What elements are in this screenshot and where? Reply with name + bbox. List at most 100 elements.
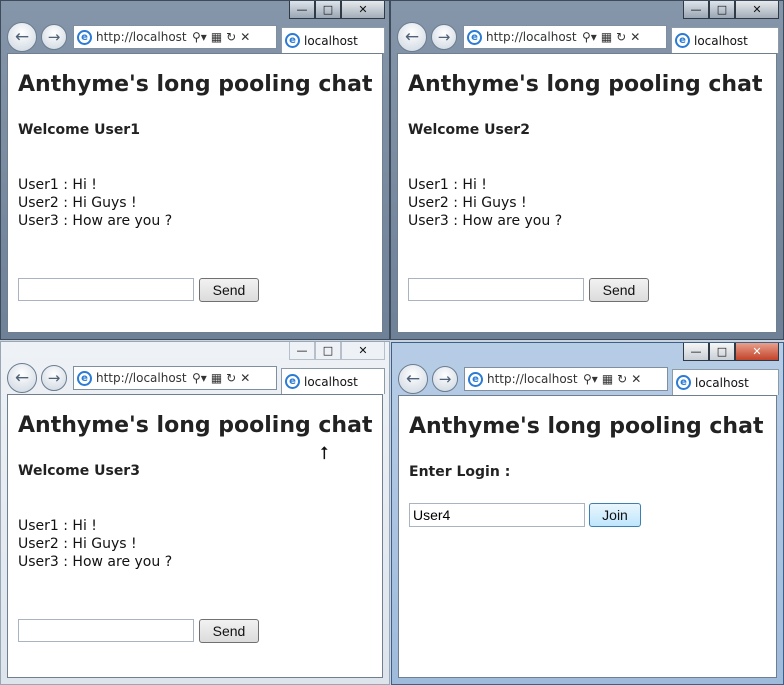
chat-message: User3 : How are you ? [18, 213, 173, 229]
ie-logo-icon: e [285, 33, 300, 48]
ie-logo-icon: e [675, 33, 690, 48]
stop-icon[interactable]: ✕ [240, 371, 250, 385]
compatibility-view-icon[interactable]: ▦ [602, 372, 613, 386]
maximize-button[interactable]: □ [315, 342, 341, 360]
tab-localhost[interactable]: e localhost [671, 27, 779, 53]
browser-window-user2: — □ ✕ ← → e http://localhost ⚲▾ ▦ ↻ ✕ e … [390, 0, 784, 340]
maximize-button[interactable]: □ [315, 1, 341, 19]
page-title: Anthyme's long pooling chat [18, 413, 373, 438]
compatibility-view-icon[interactable]: ▦ [211, 371, 222, 385]
search-icon[interactable]: ⚲▾ [582, 30, 597, 44]
stop-icon[interactable]: ✕ [631, 372, 641, 386]
browser-window-user1: — □ ✕ ← → e http://localhost ⚲▾ ▦ ↻ ✕ e … [0, 0, 390, 340]
page-content: Anthyme's long pooling chat Welcome User… [7, 53, 383, 333]
close-button[interactable]: ✕ [341, 1, 385, 19]
tab-label: localhost [304, 374, 358, 389]
address-url[interactable]: http://localhost [487, 372, 579, 386]
forward-arrow-icon[interactable]: → [432, 366, 458, 392]
compatibility-view-icon[interactable]: ▦ [601, 30, 612, 44]
minimize-button[interactable]: — [289, 342, 315, 360]
browser-window-user3: — □ ✕ ← → e http://localhost ⚲▾ ▦ ↻ ✕ e … [0, 341, 390, 685]
chat-message: User2 : Hi Guys ! [18, 195, 137, 211]
refresh-icon[interactable]: ↻ [616, 30, 626, 44]
search-icon[interactable]: ⚲▾ [192, 371, 207, 385]
address-bar[interactable]: e http://localhost ⚲▾ ▦ ↻ ✕ [463, 25, 667, 49]
welcome-text: Welcome User1 [18, 122, 140, 138]
ie-logo-icon: e [77, 370, 92, 386]
maximize-button[interactable]: □ [709, 343, 735, 361]
minimize-button[interactable]: — [683, 1, 709, 19]
browser-toolbar: ← → e http://localhost ⚲▾ ▦ ↻ ✕ e localh… [1, 21, 389, 53]
welcome-text: Welcome User3 [18, 463, 140, 479]
message-input[interactable] [408, 278, 584, 301]
search-icon[interactable]: ⚲▾ [192, 30, 207, 44]
back-arrow-icon[interactable]: ← [398, 364, 428, 394]
close-button[interactable]: ✕ [735, 1, 779, 19]
tab-label: localhost [694, 33, 748, 48]
address-bar[interactable]: e http://localhost ⚲▾ ▦ ↻ ✕ [73, 366, 277, 390]
refresh-icon[interactable]: ↻ [226, 371, 236, 385]
tab-localhost[interactable]: e localhost [672, 369, 779, 395]
login-input[interactable] [409, 503, 585, 527]
maximize-button[interactable]: □ [709, 1, 735, 19]
chat-message: User2 : Hi Guys ! [18, 536, 137, 552]
page-content: Anthyme's long pooling chat Welcome User… [7, 394, 383, 678]
page-content: Anthyme's long pooling chat Welcome User… [397, 53, 777, 333]
stop-icon[interactable]: ✕ [240, 30, 250, 44]
browser-toolbar: ← → e http://localhost ⚲▾ ▦ ↻ ✕ e localh… [392, 363, 783, 395]
address-url[interactable]: http://localhost [96, 371, 188, 385]
chat-message: User1 : Hi ! [18, 518, 97, 534]
window-caption-buttons: — □ ✕ [683, 1, 779, 21]
tab-localhost[interactable]: e localhost [281, 27, 385, 53]
welcome-text: Welcome User2 [408, 122, 530, 138]
message-list: User1 : Hi ! User2 : Hi Guys ! User3 : H… [408, 176, 562, 230]
minimize-button[interactable]: — [289, 1, 315, 19]
message-input[interactable] [18, 278, 194, 301]
ie-logo-icon: e [467, 29, 482, 45]
page-content: Anthyme's long pooling chat Enter Login … [398, 395, 777, 678]
close-button[interactable]: ✕ [735, 343, 779, 361]
ie-logo-icon: e [285, 374, 300, 389]
message-list: User1 : Hi ! User2 : Hi Guys ! User3 : H… [18, 176, 172, 230]
address-bar[interactable]: e http://localhost ⚲▾ ▦ ↻ ✕ [464, 367, 668, 391]
forward-arrow-icon[interactable]: → [41, 365, 67, 391]
tab-label: localhost [304, 33, 358, 48]
page-title: Anthyme's long pooling chat [18, 72, 373, 97]
forward-arrow-icon[interactable]: → [431, 24, 457, 50]
ie-logo-icon: e [77, 29, 92, 45]
tab-label: localhost [695, 375, 749, 390]
send-button[interactable]: Send [199, 619, 259, 643]
window-caption-buttons: — □ ✕ [289, 342, 385, 362]
close-button[interactable]: ✕ [341, 342, 385, 360]
chat-message: User1 : Hi ! [18, 177, 97, 193]
compatibility-view-icon[interactable]: ▦ [211, 30, 222, 44]
window-caption-buttons: — □ ✕ [683, 343, 779, 363]
stop-icon[interactable]: ✕ [630, 30, 640, 44]
send-button[interactable]: Send [589, 278, 649, 302]
address-url[interactable]: http://localhost [486, 30, 578, 44]
ie-logo-icon: e [676, 375, 691, 390]
page-title: Anthyme's long pooling chat [408, 72, 763, 97]
join-button[interactable]: Join [589, 503, 641, 527]
address-bar[interactable]: e http://localhost ⚲▾ ▦ ↻ ✕ [73, 25, 277, 49]
chat-message: User2 : Hi Guys ! [408, 195, 527, 211]
browser-window-login: — □ ✕ ← → e http://localhost ⚲▾ ▦ ↻ ✕ e … [391, 342, 784, 685]
back-arrow-icon[interactable]: ← [7, 22, 37, 52]
back-arrow-icon[interactable]: ← [397, 22, 427, 52]
page-title: Anthyme's long pooling chat [409, 414, 764, 439]
refresh-icon[interactable]: ↻ [617, 372, 627, 386]
window-caption-buttons: — □ ✕ [289, 1, 385, 21]
refresh-icon[interactable]: ↻ [226, 30, 236, 44]
ie-logo-icon: e [468, 371, 483, 387]
tab-localhost[interactable]: e localhost [281, 368, 385, 394]
minimize-button[interactable]: — [683, 343, 709, 361]
message-input[interactable] [18, 619, 194, 642]
chat-message: User3 : How are you ? [408, 213, 563, 229]
back-arrow-icon[interactable]: ← [7, 363, 37, 393]
send-button[interactable]: Send [199, 278, 259, 302]
chat-message: User1 : Hi ! [408, 177, 487, 193]
mouse-cursor-icon: ⭡ [320, 443, 329, 464]
search-icon[interactable]: ⚲▾ [583, 372, 598, 386]
address-url[interactable]: http://localhost [96, 30, 188, 44]
forward-arrow-icon[interactable]: → [41, 24, 67, 50]
